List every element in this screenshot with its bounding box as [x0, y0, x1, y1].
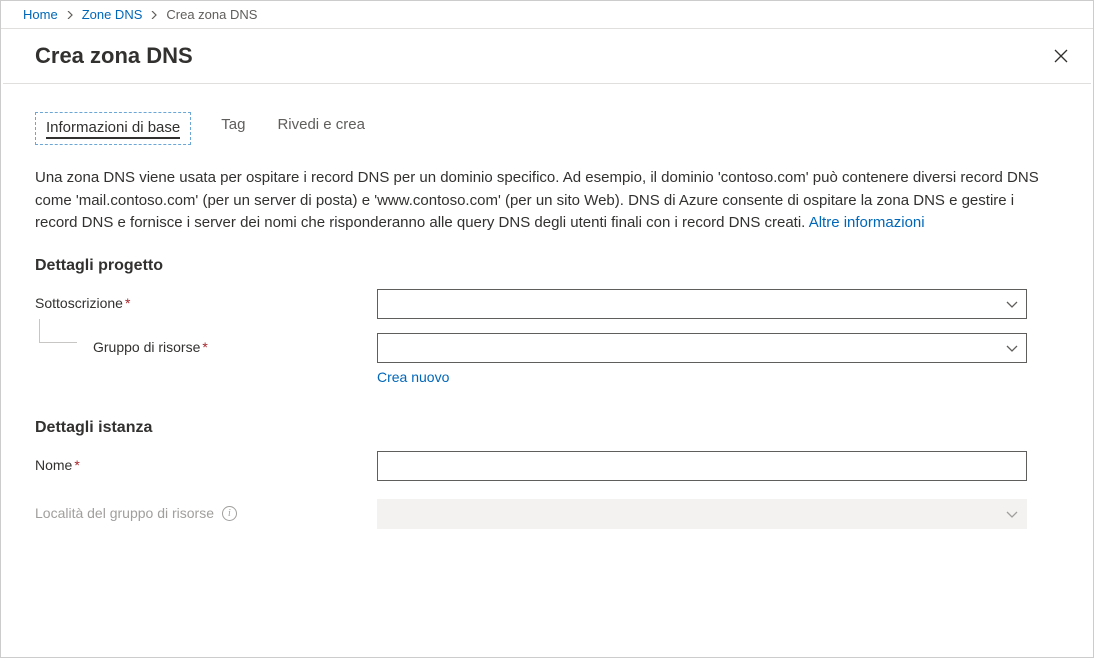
breadcrumb-home[interactable]: Home: [23, 7, 58, 22]
rg-location-select: [377, 499, 1027, 529]
section-project-details: Dettagli progetto: [35, 257, 1059, 275]
required-marker: *: [125, 295, 130, 311]
breadcrumb-zones[interactable]: Zone DNS: [82, 7, 143, 22]
tab-review[interactable]: Rivedi e crea: [275, 112, 367, 145]
required-marker: *: [202, 339, 207, 355]
name-input[interactable]: [377, 451, 1027, 481]
breadcrumb-separator: [66, 7, 74, 22]
resource-group-select[interactable]: [377, 333, 1027, 363]
chevron-down-icon: [1006, 340, 1018, 356]
create-new-link[interactable]: Crea nuovo: [377, 369, 449, 385]
tab-tags[interactable]: Tag: [219, 112, 247, 145]
chevron-down-icon: [1006, 296, 1018, 312]
tabs: Informazioni di base Tag Rivedi e crea: [35, 112, 1059, 145]
required-marker: *: [74, 457, 79, 473]
close-button[interactable]: [1049, 44, 1073, 68]
close-icon: [1054, 49, 1068, 63]
tab-basics[interactable]: Informazioni di base: [35, 112, 191, 145]
section-instance-details: Dettagli istanza: [35, 419, 1059, 437]
learn-more-link[interactable]: Altre informazioni: [809, 214, 925, 231]
info-icon[interactable]: i: [222, 506, 237, 521]
name-label: Nome: [35, 457, 72, 473]
rg-location-label: Località del gruppo di risorse: [35, 505, 214, 521]
chevron-down-icon: [1006, 506, 1018, 522]
subscription-label: Sottoscrizione: [35, 295, 123, 311]
resource-group-label: Gruppo di risorse: [93, 339, 200, 355]
page-title: Crea zona DNS: [35, 43, 193, 69]
breadcrumb: Home Zone DNS Crea zona DNS: [1, 1, 1093, 29]
breadcrumb-current: Crea zona DNS: [166, 7, 257, 22]
description-text: Una zona DNS viene usata per ospitare i …: [35, 167, 1045, 235]
subscription-select[interactable]: [377, 289, 1027, 319]
breadcrumb-separator: [150, 7, 158, 22]
indent-connector: [39, 319, 77, 343]
